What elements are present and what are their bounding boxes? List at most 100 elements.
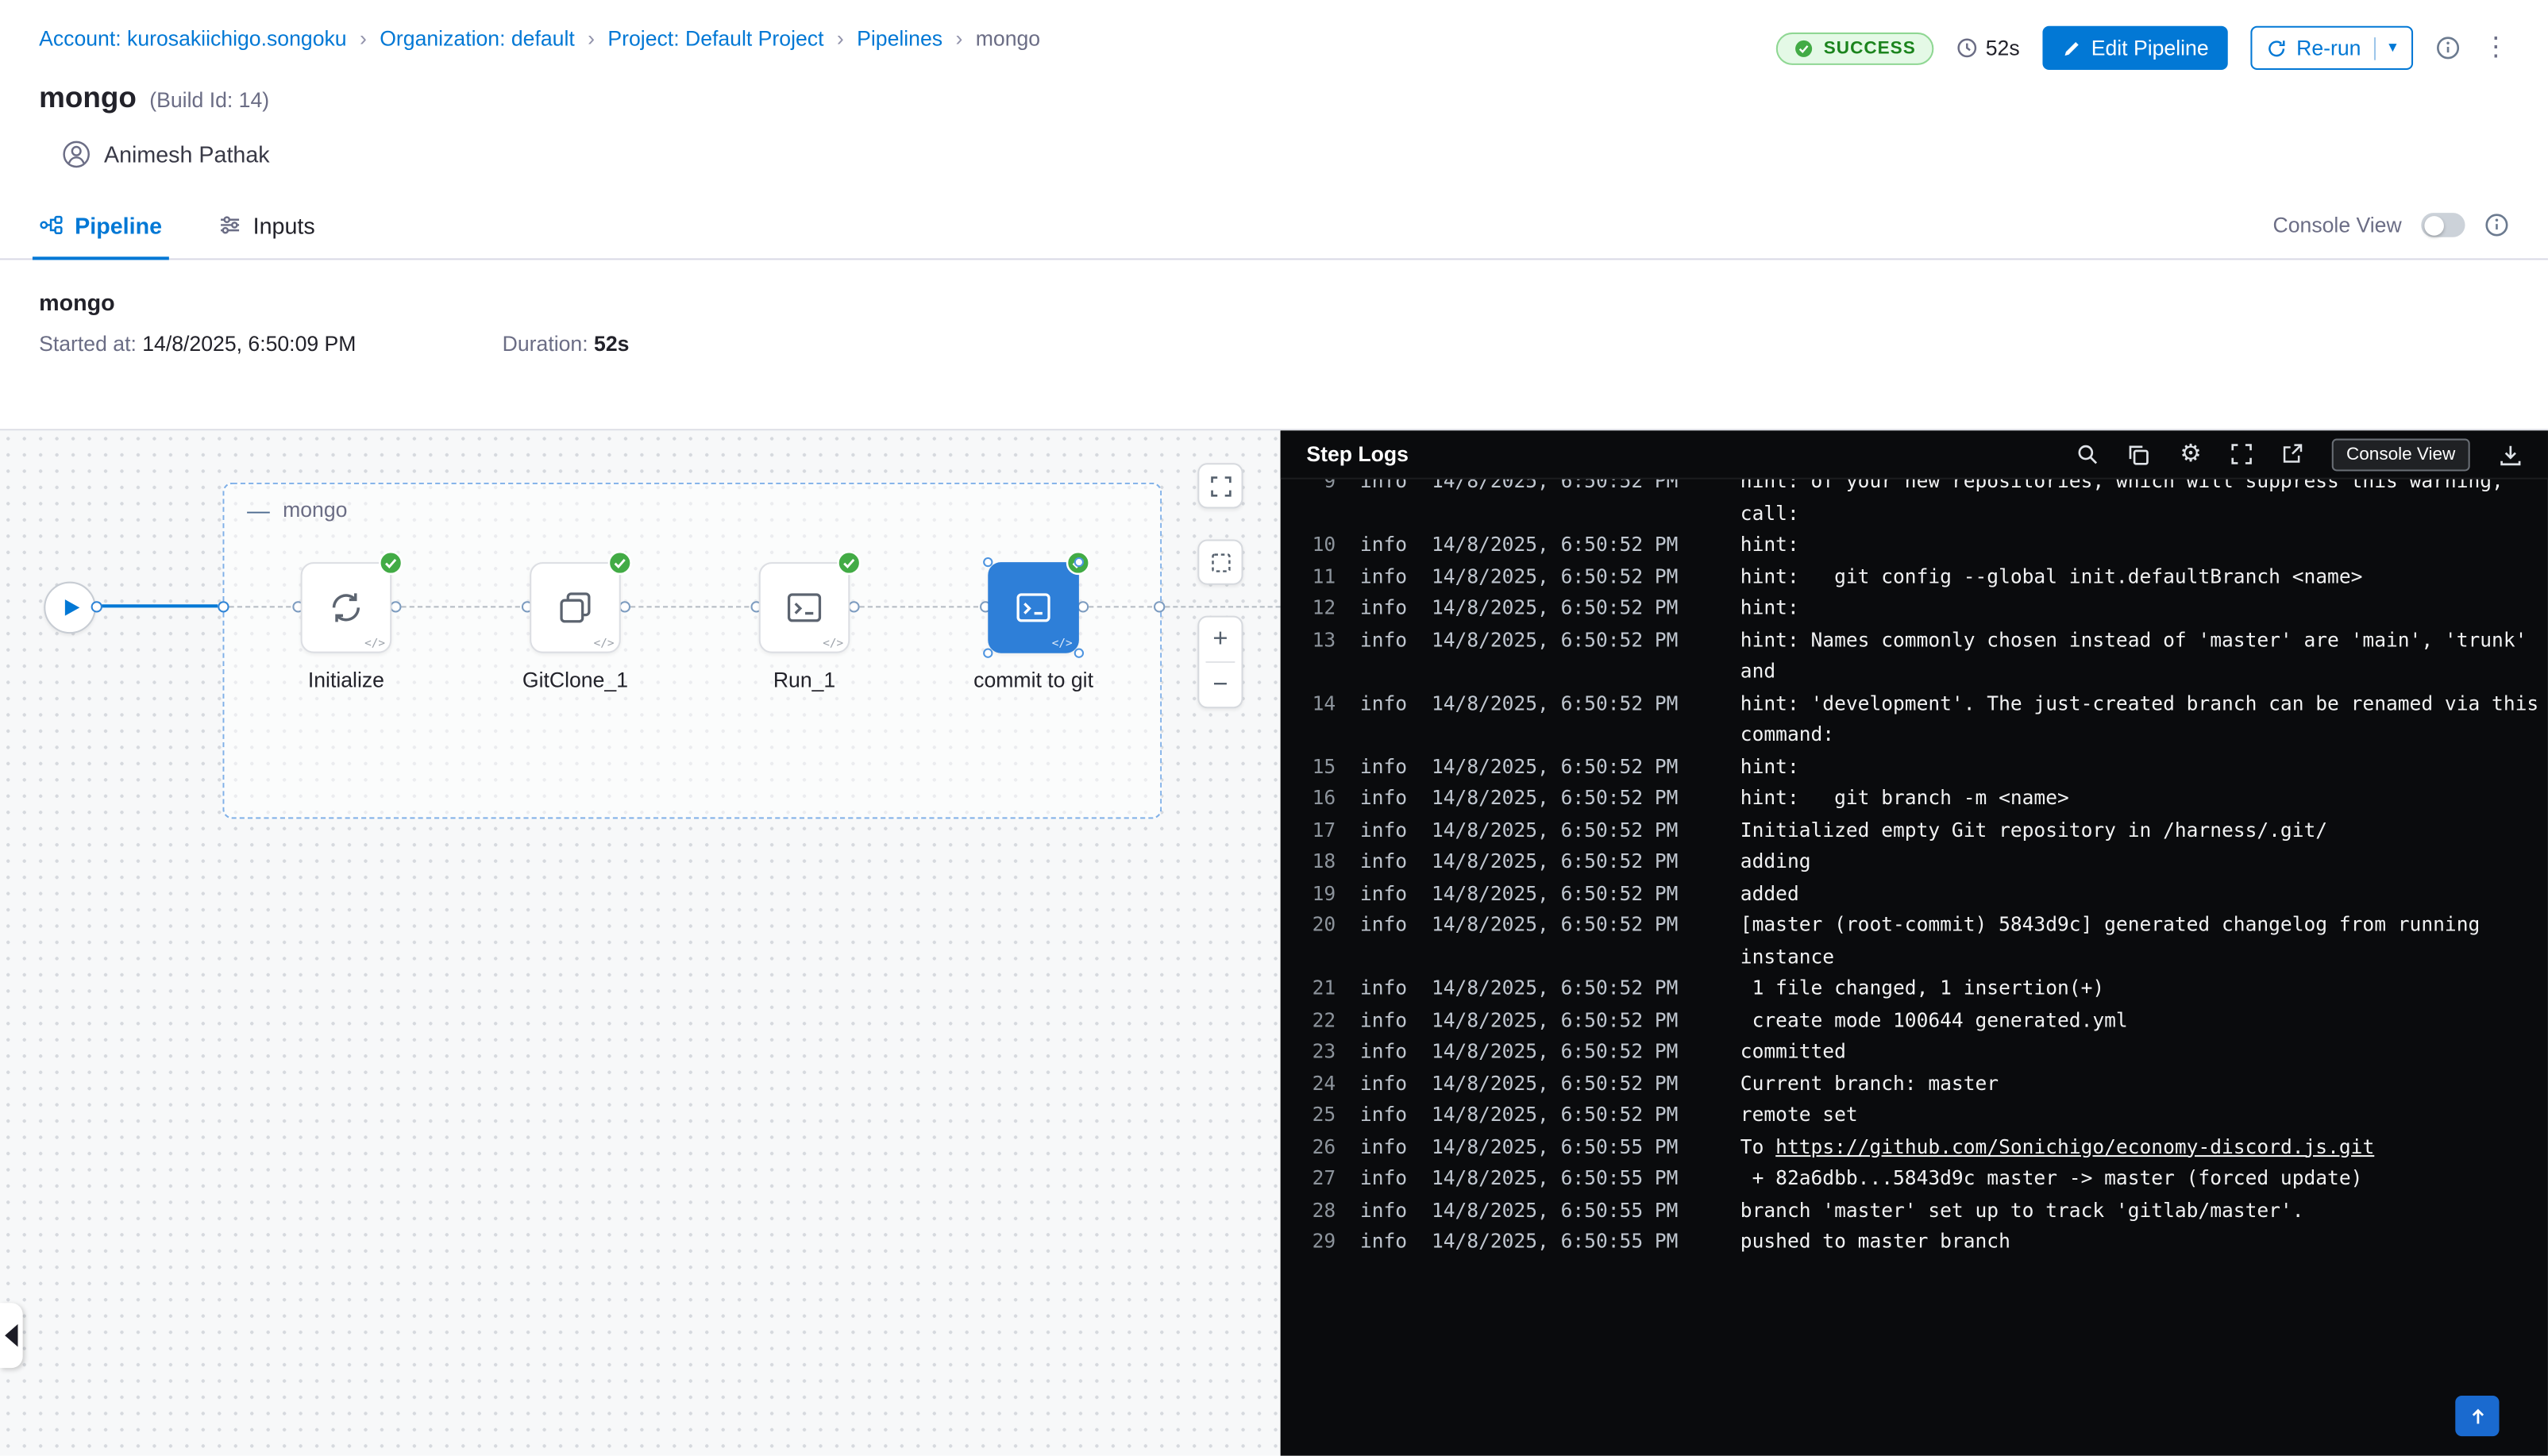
top-actions: SUCCESS 52s Edit Pipeline Re-run ▾ ⋮	[1776, 26, 2508, 70]
breadcrumb-separator: ›	[955, 26, 962, 51]
step-node-commit-to-git[interactable]: </>	[988, 562, 1079, 653]
log-row: instance	[1281, 942, 2548, 973]
sync-icon	[326, 588, 365, 627]
pipeline-icon	[39, 213, 64, 237]
code-glyph: </>	[364, 637, 385, 649]
zoom-controls: + −	[1197, 616, 1243, 709]
log-row: 29info14/8/2025, 6:50:55 PMpushed to mas…	[1281, 1227, 2548, 1258]
clone-icon	[556, 588, 595, 627]
connector-line	[630, 606, 749, 607]
pipeline-step: </>Initialize	[301, 562, 392, 653]
download-logs-icon[interactable]	[2500, 443, 2523, 466]
scroll-to-top-button[interactable]	[2455, 1396, 2499, 1436]
log-row: 22info14/8/2025, 6:50:52 PM create mode …	[1281, 1005, 2548, 1037]
log-row: 11info14/8/2025, 6:50:52 PMhint: git con…	[1281, 561, 2548, 593]
breadcrumb: Account: kurosakiichigo.songoku › Organiza…	[39, 26, 1040, 51]
breadcrumb-item: mongo	[976, 26, 1040, 51]
log-body[interactable]: 9info14/8/2025, 6:50:52 PMhint: of your …	[1281, 480, 2548, 1456]
log-row: 19info14/8/2025, 6:50:52 PMadded	[1281, 878, 2548, 910]
selection-box-icon	[1210, 552, 1232, 573]
log-lines: 9info14/8/2025, 6:50:52 PMhint: of your …	[1281, 480, 2548, 1258]
pipeline-step: </>commit to git	[988, 562, 1079, 653]
success-check-icon	[379, 551, 403, 576]
more-options-icon[interactable]: ⋮	[2483, 35, 2509, 61]
zoom-out-button[interactable]: −	[1197, 663, 1243, 707]
terminal-icon	[1012, 588, 1054, 627]
build-duration: 52s	[1956, 36, 2020, 60]
connector-dot[interactable]	[217, 600, 228, 611]
connector-dot[interactable]	[1153, 600, 1164, 611]
log-row: 27info14/8/2025, 6:50:55 PM + 82a6dbb...…	[1281, 1163, 2548, 1195]
success-check-icon	[1794, 38, 1814, 58]
tab-inputs[interactable]: Inputs	[218, 191, 315, 258]
connector-line	[229, 606, 291, 607]
breadcrumb-item[interactable]: Pipelines	[857, 26, 942, 51]
breadcrumb-separator: ›	[837, 26, 844, 51]
build-id: (Build Id: 14)	[149, 88, 269, 113]
stage-info: mongo Started at: 14/8/2025, 6:50:09 PM …	[0, 260, 2548, 429]
log-row: 25info14/8/2025, 6:50:52 PMremote set	[1281, 1100, 2548, 1131]
log-row: 26info14/8/2025, 6:50:55 PMTo https://gi…	[1281, 1131, 2548, 1163]
pipeline-start-node[interactable]	[44, 582, 95, 634]
chevron-left-icon	[5, 1324, 17, 1347]
fullscreen-icon[interactable]	[2231, 444, 2253, 465]
breadcrumb-separator: ›	[588, 26, 595, 51]
log-row: call:	[1281, 498, 2548, 530]
pipeline-execution-page: Account: kurosakiichigo.songoku › Organiza…	[0, 0, 2548, 1456]
log-link[interactable]: https://github.com/Sonichigo/economy-dis…	[1775, 1134, 2374, 1157]
open-in-new-icon[interactable]	[2281, 444, 2303, 465]
connector-dot[interactable]	[91, 600, 102, 611]
code-glyph: </>	[823, 637, 843, 649]
zoom-in-button[interactable]: +	[1197, 618, 1243, 661]
info-icon[interactable]	[2484, 213, 2509, 237]
connector-line	[1165, 606, 1280, 607]
log-row: 9info14/8/2025, 6:50:52 PMhint: of your …	[1281, 480, 2548, 499]
started-at: Started at: 14/8/2025, 6:50:09 PM	[39, 331, 356, 356]
connector-line	[401, 606, 519, 607]
console-view-button[interactable]: Console View	[2332, 438, 2470, 471]
refresh-icon	[2267, 38, 2287, 58]
pipeline-step: </>GitClone_1	[530, 562, 621, 653]
collapse-stage-icon[interactable]: —	[247, 498, 270, 521]
connector-line	[860, 606, 978, 607]
fit-view-button[interactable]	[1197, 463, 1243, 508]
breadcrumb-separator: ›	[360, 26, 367, 51]
step-logs-title: Step Logs	[1306, 442, 1409, 467]
title-row: mongo (Build Id: 14)	[0, 81, 2548, 123]
search-icon[interactable]	[2077, 444, 2099, 465]
step-label: Initialize	[249, 668, 444, 692]
step-node-run-1[interactable]: </>	[759, 562, 850, 653]
log-row: command:	[1281, 720, 2548, 752]
info-icon[interactable]	[2436, 36, 2461, 60]
code-glyph: </>	[1052, 637, 1073, 649]
multi-select-button[interactable]	[1197, 539, 1243, 584]
step-node-gitclone-1[interactable]: </>	[530, 562, 621, 653]
console-view-toggle[interactable]	[2421, 213, 2465, 237]
console-view-toggle-label: Console View	[2273, 213, 2402, 237]
collapse-panel-handle[interactable]	[0, 1303, 23, 1368]
main-split: — mongo </>Initialize</>GitClone_1</>Run…	[0, 429, 2548, 1455]
play-icon	[65, 599, 79, 615]
edit-pipeline-button[interactable]: Edit Pipeline	[2042, 26, 2228, 70]
chevron-down-icon[interactable]: ▾	[2388, 39, 2396, 57]
connector-line	[99, 604, 218, 607]
settings-gear-icon[interactable]: ⚙	[2180, 442, 2202, 467]
button-divider	[2374, 37, 2376, 60]
pipeline-canvas[interactable]: — mongo </>Initialize</>GitClone_1</>Run…	[0, 430, 1281, 1455]
breadcrumb-item[interactable]: Project: Default Project	[607, 26, 823, 51]
step-label: GitClone_1	[478, 668, 673, 692]
tabs-bar: Pipeline Inputs Console View	[0, 191, 2548, 260]
tab-pipeline[interactable]: Pipeline	[39, 191, 162, 258]
step-node-initialize[interactable]: </>	[301, 562, 392, 653]
rerun-button[interactable]: Re-run ▾	[2251, 26, 2413, 70]
log-row: 12info14/8/2025, 6:50:52 PMhint:	[1281, 593, 2548, 625]
success-check-icon	[607, 551, 632, 576]
step-logs-header: Step Logs ⚙ Console View	[1281, 430, 2548, 479]
inputs-icon	[218, 213, 242, 237]
breadcrumb-item[interactable]: Organization: default	[380, 26, 575, 51]
clock-icon	[1956, 37, 1978, 59]
log-row: 24info14/8/2025, 6:50:52 PMCurrent branc…	[1281, 1069, 2548, 1100]
breadcrumb-item[interactable]: Account: kurosakiichigo.songoku	[39, 26, 346, 51]
copy-logs-icon[interactable]	[2128, 443, 2151, 466]
terminal-icon	[783, 588, 825, 627]
